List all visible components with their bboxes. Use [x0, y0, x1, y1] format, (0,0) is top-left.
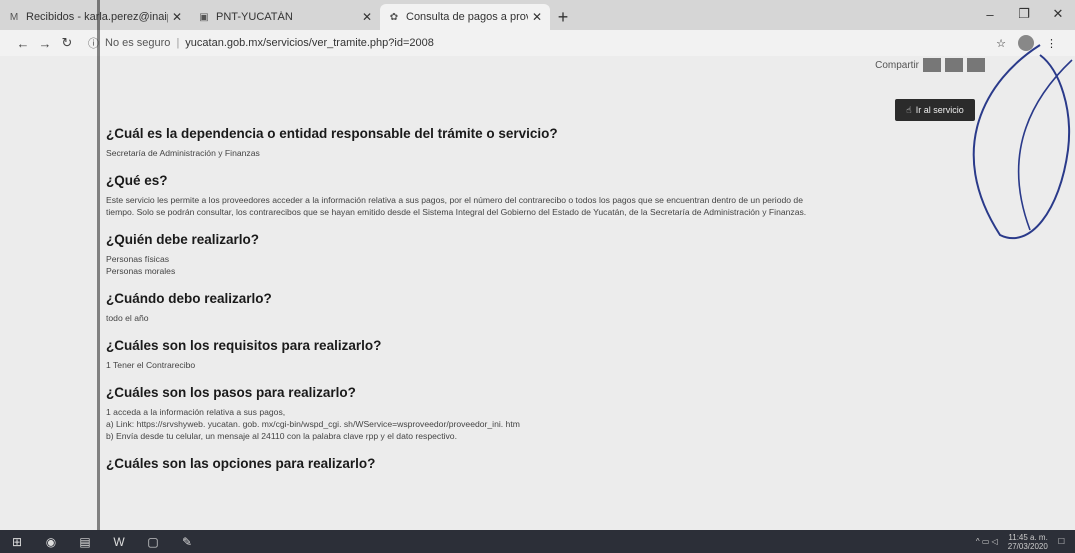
web-page: Compartir ☝ Ir al servicio ¿Cuál es la d… [0, 56, 1075, 530]
word-icon[interactable]: W [102, 530, 136, 553]
go-to-service-label: Ir al servicio [915, 105, 964, 115]
back-icon[interactable]: ← [12, 36, 34, 51]
answer-line: Personas físicas [106, 254, 170, 264]
section-question: ¿Qué es? [106, 173, 168, 188]
facebook-icon[interactable] [923, 58, 941, 72]
section-answer: Personas físicas Personas morales [106, 253, 986, 277]
section-question: ¿Cuándo debo realizarlo? [106, 291, 272, 306]
menu-icon[interactable]: ⋮ [1046, 37, 1057, 50]
yucatan-icon: ✿ [389, 11, 399, 23]
tray-icons[interactable]: ^ ▭ ◁ [976, 537, 998, 546]
browser-toolbar: ← → ↻ ⓘ No es seguro | yucatan.gob.mx/se… [0, 30, 1075, 56]
pen-mark-vertical [97, 0, 100, 530]
new-tab-button[interactable]: + [550, 4, 576, 30]
section-question: ¿Cuáles son las opciones para realizarlo… [106, 456, 376, 471]
section-question: ¿Cuál es la dependencia o entidad respon… [106, 126, 558, 141]
share-bar: Compartir [875, 58, 985, 72]
section-answer: 1 Tener el Contrarecibo [106, 359, 986, 371]
answer-line: Este servicio les permite a los proveedo… [106, 195, 803, 205]
section-answer: Secretaría de Administración y Finanzas [106, 147, 986, 159]
pointer-icon: ☝ [906, 104, 912, 115]
twitter-icon[interactable] [945, 58, 963, 72]
windows-start-icon[interactable]: ⊞ [0, 530, 34, 553]
section-answer: Este servicio les permite a los proveedo… [106, 194, 986, 218]
maximize-icon[interactable]: ❐ [1007, 0, 1041, 28]
section-answer: 1 acceda a la información relativa a sus… [106, 406, 986, 442]
share-label: Compartir [875, 59, 919, 71]
section-what-is: ¿Qué es? Este servicio les permite a los… [106, 173, 986, 218]
paint-icon[interactable]: ✎ [170, 530, 204, 553]
section-answer: todo el año [106, 312, 986, 324]
close-window-icon[interactable]: ✕ [1041, 0, 1075, 28]
pnt-icon: ▣ [199, 11, 209, 23]
tab-title: Consulta de pagos a proveedore [406, 11, 528, 23]
avatar[interactable] [1018, 35, 1034, 51]
divider: | [176, 37, 180, 49]
go-to-service-button[interactable]: ☝ Ir al servicio [895, 99, 975, 121]
answer-line: Personas morales [106, 266, 176, 276]
star-icon[interactable]: ☆ [996, 37, 1006, 50]
url-text: yucatan.gob.mx/servicios/ver_tramite.php… [185, 37, 434, 49]
toolbar-actions: ☆ ⋮ [996, 35, 1063, 51]
section-when: ¿Cuándo debo realizarlo? todo el año [106, 291, 986, 324]
service-details: ¿Cuál es la dependencia o entidad respon… [106, 126, 986, 477]
minimize-icon[interactable]: – [973, 0, 1007, 28]
close-icon[interactable]: ✕ [172, 10, 182, 24]
forward-icon[interactable]: → [34, 36, 56, 51]
answer-line: Secretaría de Administración y Finanzas [106, 148, 260, 158]
system-tray: ^ ▭ ◁ 11:45 a. m. 27/03/2020 ☐ [976, 530, 1065, 553]
tab-consulta-pagos[interactable]: ✿ Consulta de pagos a proveedore ✕ [380, 4, 550, 30]
window-controls: – ❐ ✕ [973, 0, 1075, 28]
answer-line: todo el año [106, 313, 149, 323]
app-icon[interactable]: ▢ [136, 530, 170, 553]
address-bar[interactable]: ⓘ No es seguro | yucatan.gob.mx/servicio… [78, 32, 996, 54]
email-icon[interactable] [967, 58, 985, 72]
section-who: ¿Quién debe realizarlo? Personas físicas… [106, 232, 986, 277]
section-question: ¿Cuáles son los requisitos para realizar… [106, 338, 382, 353]
close-icon[interactable]: ✕ [362, 10, 372, 24]
section-question: ¿Quién debe realizarlo? [106, 232, 260, 247]
tab-title: PNT-YUCATÁN [216, 11, 293, 23]
close-icon[interactable]: ✕ [532, 10, 542, 24]
windows-taskbar: ⊞ ◉ ▤ W ▢ ✎ ^ ▭ ◁ 11:45 a. m. 27/03/2020… [0, 530, 1075, 553]
notifications-icon[interactable]: ☐ [1058, 537, 1065, 546]
chrome-icon[interactable]: ◉ [34, 530, 68, 553]
service-link[interactable]: a) Link: https://srvshyweb. yucatan. gob… [106, 418, 986, 430]
answer-line: 1 Tener el Contrarecibo [106, 360, 196, 370]
section-steps: ¿Cuáles son los pasos para realizarlo? 1… [106, 385, 986, 442]
tab-strip: M Recibidos - karla.perez@inaipyu ✕ ▣ PN… [0, 0, 1075, 30]
clock-date: 27/03/2020 [1007, 541, 1048, 551]
reload-icon[interactable]: ↻ [56, 35, 78, 51]
file-explorer-icon[interactable]: ▤ [68, 530, 102, 553]
gmail-icon: M [9, 11, 19, 23]
answer-line: 1 acceda a la información relativa a sus… [106, 407, 286, 417]
answer-line: b) Envía desde tu celular, un mensaje al… [106, 431, 457, 441]
answer-line: tiempo. Solo se podrán consultar, los co… [106, 207, 807, 217]
section-options: ¿Cuáles son las opciones para realizarlo… [106, 456, 986, 471]
tab-pnt[interactable]: ▣ PNT-YUCATÁN ✕ [190, 4, 380, 30]
section-responsible: ¿Cuál es la dependencia o entidad respon… [106, 126, 986, 159]
security-label: No es seguro [105, 37, 171, 49]
clock-time: 11:45 a. m. [1008, 532, 1048, 542]
section-requirements: ¿Cuáles son los requisitos para realizar… [106, 338, 986, 371]
tab-gmail[interactable]: M Recibidos - karla.perez@inaipyu ✕ [0, 4, 190, 30]
clock[interactable]: 11:45 a. m. 27/03/2020 [1008, 533, 1048, 551]
section-question: ¿Cuáles son los pasos para realizarlo? [106, 385, 356, 400]
